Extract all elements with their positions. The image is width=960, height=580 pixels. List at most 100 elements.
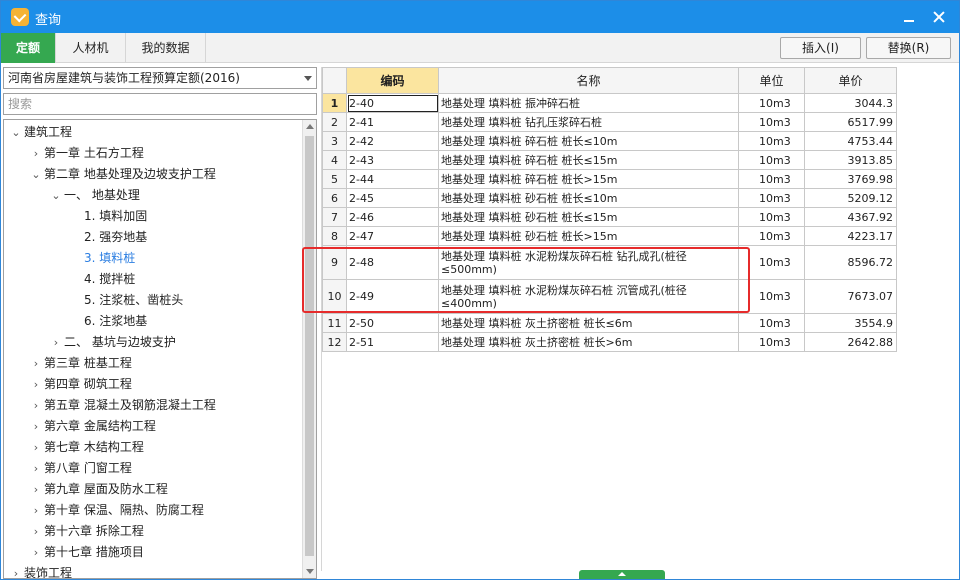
price-cell[interactable]: 3044.3 xyxy=(804,93,897,113)
price-cell[interactable]: 7673.07 xyxy=(804,279,897,314)
tree-item[interactable]: 3. 填料桩 xyxy=(68,248,135,269)
row-number-cell[interactable]: 12 xyxy=(322,332,347,352)
replace-button[interactable]: 替换(R) xyxy=(866,37,951,59)
row-number-cell[interactable]: 3 xyxy=(322,131,347,151)
row-number-cell[interactable]: 2 xyxy=(322,112,347,132)
scroll-up-icon[interactable] xyxy=(306,124,314,129)
code-cell[interactable]: 2-42 xyxy=(346,131,439,151)
tree-item[interactable]: › 第九章 屋面及防水工程 xyxy=(28,479,168,500)
name-cell[interactable]: 地基处理 填料桩 钻孔压浆碎石桩 xyxy=(438,112,739,132)
unit-cell[interactable]: 10m3 xyxy=(738,279,805,314)
table-row[interactable]: 2 2-41 地基处理 填料桩 钻孔压浆碎石桩 10m3 6517.99 xyxy=(322,112,897,132)
code-cell[interactable]: 2-50 xyxy=(346,313,439,333)
chevron-right-icon[interactable]: › xyxy=(28,143,44,164)
tree-item[interactable]: › 第五章 混凝土及钢筋混凝土工程 xyxy=(28,395,216,416)
search-input[interactable] xyxy=(3,93,317,115)
table-row[interactable]: 9 2-48 地基处理 填料桩 水泥粉煤灰碎石桩 钻孔成孔(桩径≤500mm) 10m… xyxy=(322,245,897,280)
table-row[interactable]: 7 2-46 地基处理 填料桩 砂石桩 桩长≤15m 10m3 4367.92 xyxy=(322,207,897,227)
tree-item[interactable]: 2. 强夯地基 xyxy=(68,227,147,248)
price-cell[interactable]: 6517.99 xyxy=(804,112,897,132)
row-number-cell[interactable]: 10 xyxy=(322,279,347,314)
code-cell[interactable]: 2-43 xyxy=(346,150,439,170)
unit-cell[interactable]: 10m3 xyxy=(738,169,805,189)
tree-item[interactable]: › 第一章 土石方工程 xyxy=(28,143,144,164)
price-cell[interactable]: 3913.85 xyxy=(804,150,897,170)
chevron-right-icon[interactable]: › xyxy=(28,542,44,563)
chevron-right-icon[interactable]: › xyxy=(28,374,44,395)
table-row[interactable]: 12 2-51 地基处理 填料桩 灰土挤密桩 桩长>6m 10m3 2642.88 xyxy=(322,332,897,352)
chevron-right-icon[interactable]: › xyxy=(48,332,64,353)
tree-item[interactable]: › 第八章 门窗工程 xyxy=(28,458,132,479)
tree-item[interactable]: 1. 填料加固 xyxy=(68,206,147,227)
library-select[interactable]: 河南省房屋建筑与装饰工程预算定额(2016) xyxy=(3,67,317,89)
name-cell[interactable]: 地基处理 填料桩 碎石桩 桩长≤15m xyxy=(438,150,739,170)
unit-cell[interactable]: 10m3 xyxy=(738,131,805,151)
tree-item[interactable]: 6. 注浆地基 xyxy=(68,311,147,332)
price-cell[interactable]: 8596.72 xyxy=(804,245,897,280)
unit-column-header[interactable]: 单位 xyxy=(738,67,805,94)
row-number-cell[interactable]: 9 xyxy=(322,245,347,280)
name-cell[interactable]: 地基处理 填料桩 振冲碎石桩 xyxy=(438,93,739,113)
tree-item[interactable]: › 第十章 保温、隔热、防腐工程 xyxy=(28,500,204,521)
row-number-cell[interactable]: 8 xyxy=(322,226,347,246)
tree-item[interactable]: › 第四章 砌筑工程 xyxy=(28,374,132,395)
name-column-header[interactable]: 名称 xyxy=(438,67,739,94)
tree-item[interactable]: › 装饰工程 xyxy=(8,563,72,578)
scroll-thumb[interactable] xyxy=(305,136,314,556)
chevron-right-icon[interactable]: › xyxy=(28,500,44,521)
tree-item[interactable]: › 第七章 木结构工程 xyxy=(28,437,144,458)
code-column-header[interactable]: 编码 xyxy=(346,67,439,94)
name-cell[interactable]: 地基处理 填料桩 灰土挤密桩 桩长≤6m xyxy=(438,313,739,333)
unit-cell[interactable]: 10m3 xyxy=(738,188,805,208)
code-cell[interactable]: 2-45 xyxy=(346,188,439,208)
chevron-right-icon[interactable]: › xyxy=(28,479,44,500)
code-cell[interactable]: 2-51 xyxy=(346,332,439,352)
close-button[interactable] xyxy=(929,7,949,27)
chevron-down-icon[interactable] xyxy=(304,76,312,81)
tab-quota[interactable]: 定额 xyxy=(1,33,56,63)
name-cell[interactable]: 地基处理 填料桩 砂石桩 桩长≤15m xyxy=(438,207,739,227)
row-number-cell[interactable]: 7 xyxy=(322,207,347,227)
unit-cell[interactable]: 10m3 xyxy=(738,207,805,227)
name-cell[interactable]: 地基处理 填料桩 碎石桩 桩长≤10m xyxy=(438,131,739,151)
table-row[interactable]: 11 2-50 地基处理 填料桩 灰土挤密桩 桩长≤6m 10m3 3554.9 xyxy=(322,313,897,333)
table-row[interactable]: 5 2-44 地基处理 填料桩 碎石桩 桩长>15m 10m3 3769.98 xyxy=(322,169,897,189)
price-cell[interactable]: 2642.88 xyxy=(804,332,897,352)
row-number-cell[interactable]: 5 xyxy=(322,169,347,189)
name-cell[interactable]: 地基处理 填料桩 水泥粉煤灰碎石桩 沉管成孔(桩径≤400mm) xyxy=(438,279,739,314)
unit-cell[interactable]: 10m3 xyxy=(738,332,805,352)
tree-item[interactable]: ⌄ 一、 地基处理 xyxy=(48,185,139,206)
name-cell[interactable]: 地基处理 填料桩 水泥粉煤灰碎石桩 钻孔成孔(桩径≤500mm) xyxy=(438,245,739,280)
price-cell[interactable]: 5209.12 xyxy=(804,188,897,208)
table-row[interactable]: 8 2-47 地基处理 填料桩 砂石桩 桩长>15m 10m3 4223.17 xyxy=(322,226,897,246)
name-cell[interactable]: 地基处理 填料桩 砂石桩 桩长≤10m xyxy=(438,188,739,208)
row-number-cell[interactable]: 1 xyxy=(322,93,347,113)
tree-item[interactable]: ⌄ 建筑工程 xyxy=(8,122,72,143)
chevron-right-icon[interactable]: › xyxy=(28,416,44,437)
row-number-cell[interactable]: 11 xyxy=(322,313,347,333)
unit-cell[interactable]: 10m3 xyxy=(738,112,805,132)
code-cell[interactable]: 2-49 xyxy=(346,279,439,314)
tree-item[interactable]: › 第六章 金属结构工程 xyxy=(28,416,156,437)
table-row[interactable]: 4 2-43 地基处理 填料桩 碎石桩 桩长≤15m 10m3 3913.85 xyxy=(322,150,897,170)
chevron-right-icon[interactable]: › xyxy=(28,458,44,479)
row-number-cell[interactable]: 4 xyxy=(322,150,347,170)
table-row[interactable]: 10 2-49 地基处理 填料桩 水泥粉煤灰碎石桩 沉管成孔(桩径≤400mm) 10… xyxy=(322,279,897,314)
unit-cell[interactable]: 10m3 xyxy=(738,150,805,170)
price-cell[interactable]: 3554.9 xyxy=(804,313,897,333)
price-cell[interactable]: 4223.17 xyxy=(804,226,897,246)
code-cell[interactable]: 2-40 xyxy=(346,93,439,113)
price-cell[interactable]: 4367.92 xyxy=(804,207,897,227)
price-column-header[interactable]: 单价 xyxy=(804,67,897,94)
scroll-down-icon[interactable] xyxy=(306,569,314,574)
unit-cell[interactable]: 10m3 xyxy=(738,93,805,113)
unit-cell[interactable]: 10m3 xyxy=(738,226,805,246)
chevron-down-icon[interactable]: ⌄ xyxy=(8,122,24,143)
code-cell[interactable]: 2-41 xyxy=(346,112,439,132)
code-cell[interactable]: 2-46 xyxy=(346,207,439,227)
price-cell[interactable]: 3769.98 xyxy=(804,169,897,189)
chevron-right-icon[interactable]: › xyxy=(28,437,44,458)
chevron-right-icon[interactable]: › xyxy=(8,563,24,578)
tab-my-data[interactable]: 我的数据 xyxy=(126,33,206,63)
tree-item[interactable]: › 二、 基坑与边坡支护 xyxy=(48,332,176,353)
